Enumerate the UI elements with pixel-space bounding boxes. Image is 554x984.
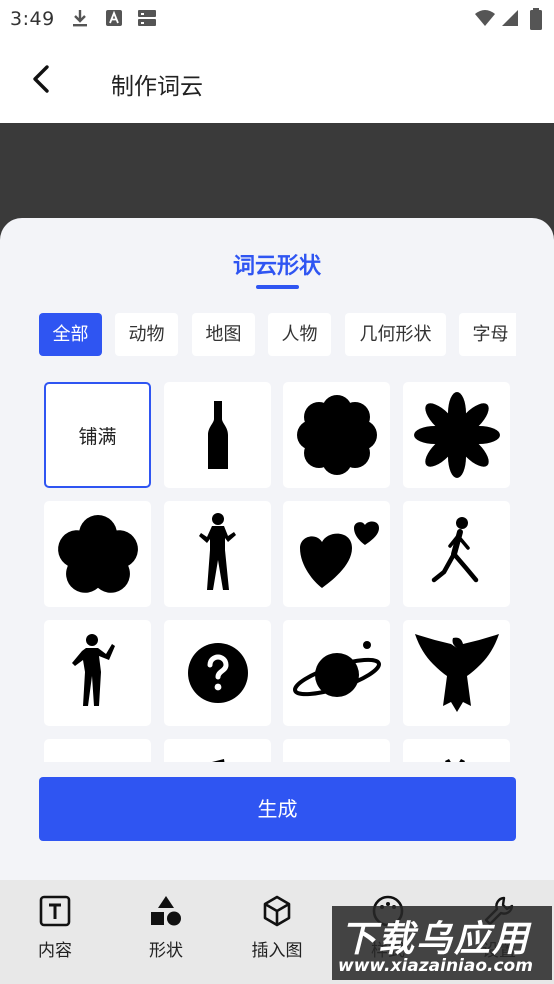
shapes-icon <box>151 896 181 926</box>
shape-partial-3[interactable] <box>283 739 390 762</box>
text-box-icon <box>39 895 71 927</box>
shape-partial-2[interactable] <box>164 739 271 762</box>
download-icon <box>70 8 90 32</box>
watermark-url: www.xiazainiao.com <box>338 956 533 976</box>
watermark: 下载乌应用 www.xiazainiao.com <box>332 906 552 980</box>
tab-all[interactable]: 全部 <box>39 313 102 356</box>
shape-cloud[interactable] <box>283 382 390 488</box>
watermark-text: 下载乌应用 <box>340 919 531 960</box>
walking-man-icon <box>431 517 478 583</box>
tab-animals[interactable]: 动物 <box>115 313 178 356</box>
eagle-icon <box>414 634 499 712</box>
hearts-icon <box>299 521 379 588</box>
shape-saturn-planet[interactable] <box>283 620 390 726</box>
tab-geometric[interactable]: 几何形状 <box>345 313 446 356</box>
storage-icon <box>136 8 158 32</box>
standing-woman-icon <box>198 513 236 590</box>
saturn-planet-icon <box>292 641 381 697</box>
tab-maps[interactable]: 地图 <box>192 313 255 356</box>
shape-bottle[interactable] <box>164 382 271 488</box>
category-tabs: 全部 动物 地图 人物 几何形状 字母 <box>39 313 516 356</box>
dancing-person-icon <box>71 634 115 706</box>
shape-eight-petal-flower[interactable] <box>403 382 510 488</box>
tab-letters[interactable]: 字母 <box>459 313 516 356</box>
shape-fill[interactable]: 铺满 <box>44 382 151 488</box>
generate-button[interactable]: 生成 <box>39 777 516 841</box>
shape-five-petal-flower[interactable] <box>44 501 151 607</box>
fill-label: 铺满 <box>78 425 117 448</box>
wifi-icon <box>474 8 496 32</box>
cube-icon <box>263 895 291 927</box>
five-petal-flower-icon <box>57 515 138 593</box>
shape-walking-man[interactable] <box>403 501 510 607</box>
back-arrow-icon[interactable] <box>26 62 60 96</box>
nav-content[interactable]: 内容 <box>10 894 100 974</box>
eight-petal-flower-icon <box>413 392 500 478</box>
shape-partial-1[interactable] <box>44 739 151 762</box>
shape-partial-4[interactable] <box>403 739 510 762</box>
font-a-icon <box>104 8 124 32</box>
bottle-icon <box>207 401 228 469</box>
status-bar: 3:49 <box>0 0 554 36</box>
page-title: 制作词云 <box>111 74 203 100</box>
nav-content-label: 内容 <box>38 941 72 961</box>
status-time: 3:49 <box>10 8 55 30</box>
partial-shape-icon <box>211 759 224 762</box>
shape-standing-woman[interactable] <box>164 501 271 607</box>
battery-icon <box>530 8 542 34</box>
shape-question-mark[interactable] <box>164 620 271 726</box>
shape-eagle[interactable] <box>403 620 510 726</box>
nav-shape-label: 形状 <box>149 941 183 961</box>
tab-people[interactable]: 人物 <box>268 313 331 356</box>
nav-insert-image[interactable]: 插入图 <box>232 894 322 974</box>
signal-icon <box>500 8 520 32</box>
app-bar: 制作词云 <box>0 36 554 123</box>
nav-shape[interactable]: 形状 <box>121 894 211 974</box>
sheet-title-underline <box>256 285 299 289</box>
question-mark-icon <box>187 643 248 703</box>
partial-shape-icon <box>444 759 465 762</box>
sheet-title: 词云形状 <box>232 254 321 279</box>
cloud-blob-icon <box>296 395 377 475</box>
shape-grid: 铺满 <box>44 382 514 762</box>
shape-hearts[interactable] <box>283 501 390 607</box>
shape-dancing-person[interactable] <box>44 620 151 726</box>
nav-insert-image-label: 插入图 <box>251 941 303 961</box>
